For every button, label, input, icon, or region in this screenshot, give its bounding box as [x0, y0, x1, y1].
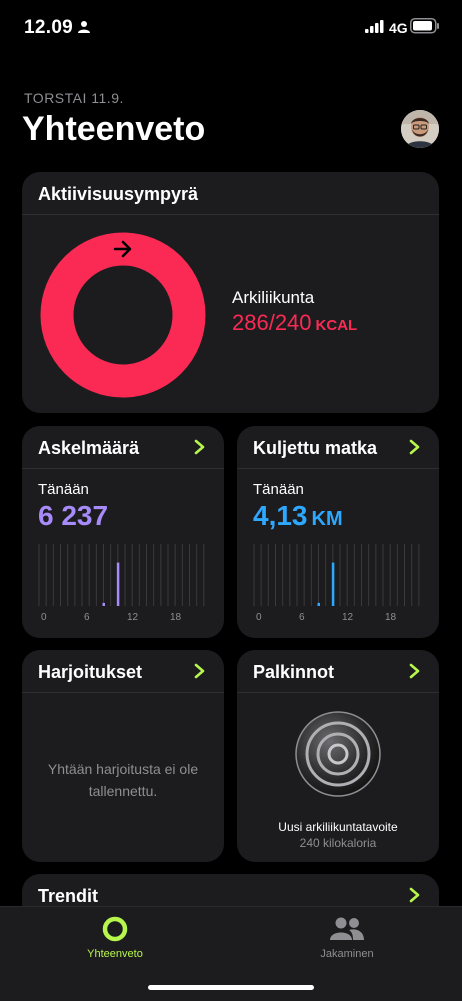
move-unit: KCAL — [315, 317, 358, 334]
award-name: Uusi arkiliikuntatavoite — [278, 820, 398, 834]
people-icon — [330, 917, 364, 940]
divider — [22, 692, 224, 693]
distance-card[interactable]: Kuljettu matka Tänään 4,13 KM 0 6 12 18 — [237, 426, 439, 638]
status-bar: 12.09 4G — [0, 0, 462, 56]
award-detail: 240 kilokaloria — [299, 836, 377, 850]
move-ring-track — [40, 232, 206, 398]
tab-sharing[interactable]: Jakaminen — [277, 907, 417, 977]
status-time: 12.09 — [24, 17, 74, 38]
page-title: Yhteenveto — [22, 110, 206, 148]
workouts-card[interactable]: Harjoitukset Yhtään harjoitusta ei ole t… — [22, 650, 224, 862]
workouts-title: Harjoitukset — [38, 662, 143, 682]
chevron-right-icon — [409, 887, 420, 903]
chart-tick-label: 18 — [385, 612, 397, 623]
home-indicator[interactable] — [148, 985, 314, 990]
divider — [22, 468, 224, 469]
divider — [237, 692, 439, 693]
tab-summary[interactable]: Yhteenveto — [45, 907, 185, 977]
avatar-icon — [401, 110, 439, 148]
distance-value-line: 4,13 KM — [253, 500, 343, 532]
distance-unit: KM — [311, 508, 343, 530]
activity-ring-title: Aktiivisuusympyrä — [38, 184, 199, 204]
award-badge-icon — [295, 711, 381, 797]
distance-today-label: Tänään — [253, 481, 304, 498]
chart-bar — [331, 562, 335, 606]
move-value-line: 286/240 KCAL — [232, 310, 357, 336]
distance-title: Kuljettu matka — [253, 438, 378, 458]
tab-summary-label: Yhteenveto — [87, 948, 143, 960]
steps-title: Askelmäärä — [38, 438, 140, 458]
steps-value: 6 237 — [38, 500, 109, 531]
tab-sharing-label: Jakaminen — [320, 948, 374, 960]
chart-tick-label: 18 — [170, 612, 182, 623]
move-label: Arkiliikunta — [232, 288, 315, 307]
chart-tick-label: 0 — [256, 612, 262, 623]
trends-title: Trendit — [38, 886, 99, 906]
chart-tick-label: 12 — [127, 612, 139, 623]
move-ring — [40, 232, 206, 398]
network-type: 4G — [389, 20, 408, 36]
distance-value: 4,13 — [253, 500, 308, 531]
profile-avatar[interactable] — [401, 110, 439, 148]
awards-card[interactable]: Palkinnot Uusi arkiliikuntatavoite 240 k… — [237, 650, 439, 862]
chart-tick-label: 12 — [342, 612, 354, 623]
date-label: TORSTAI 11.9. — [24, 90, 124, 106]
activity-ring-card[interactable]: Aktiivisuusympyrä Arkiliikunta 286/240 KC… — [22, 172, 439, 413]
chart-tick-label: 6 — [84, 612, 90, 623]
move-ring-end-cap — [170, 283, 204, 317]
chevron-right-icon — [194, 663, 205, 679]
activity-rings-icon — [102, 916, 128, 942]
distance-hourly-chart: 0 6 12 18 — [253, 544, 420, 623]
steps-hourly-chart: 0 6 12 18 — [38, 544, 205, 623]
battery-icon — [410, 18, 439, 34]
workouts-empty-line-2: tallennettu. — [88, 783, 158, 799]
divider — [237, 468, 439, 469]
chart-tick-label: 0 — [41, 612, 47, 623]
cellular-signal-icon — [365, 20, 384, 33]
chart-tick-label: 6 — [299, 612, 305, 623]
workouts-empty-line-1: Yhtään harjoitusta ei ole — [47, 761, 199, 777]
steps-card[interactable]: Askelmäärä Tänään 6 237 0 6 12 18 — [22, 426, 224, 638]
move-value: 286/240 — [232, 310, 312, 335]
awards-title: Palkinnot — [253, 662, 335, 682]
chart-bar — [102, 602, 105, 606]
chevron-right-icon — [409, 663, 420, 679]
divider — [22, 214, 439, 215]
chevron-right-icon — [194, 439, 205, 455]
chart-bar — [317, 602, 320, 606]
chart-bar — [116, 562, 120, 606]
workouts-empty-message: Yhtään harjoitusta ei ole tallennettu. — [22, 758, 224, 802]
person-icon — [78, 21, 90, 33]
chevron-right-icon — [409, 439, 420, 455]
steps-today-label: Tänään — [38, 481, 89, 498]
